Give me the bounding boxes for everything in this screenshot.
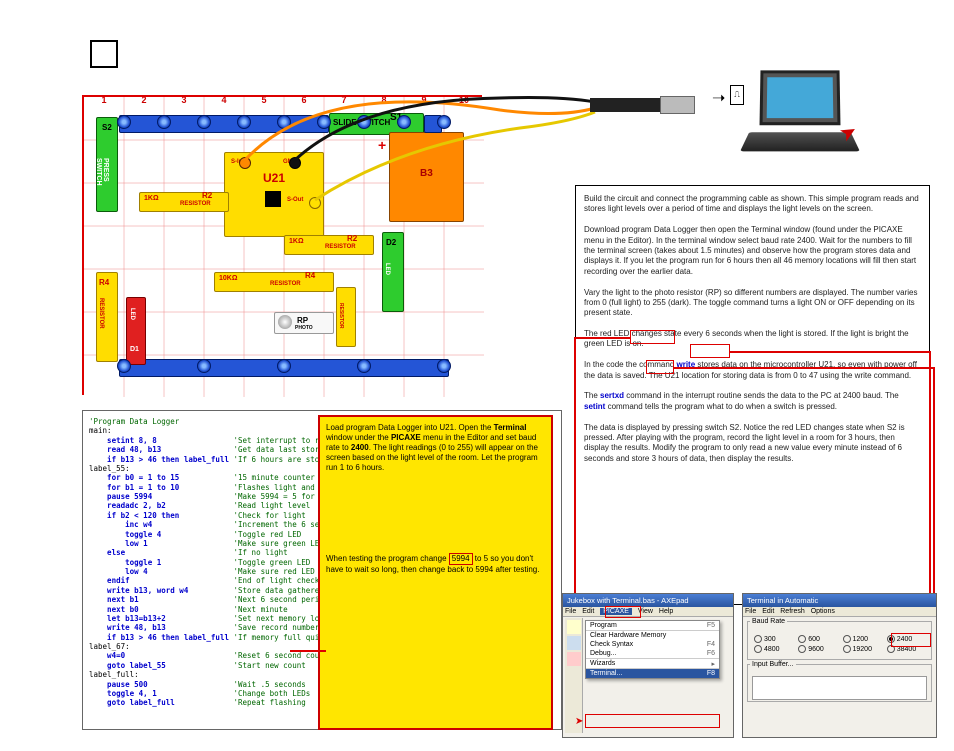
col-3: 3 — [164, 95, 204, 105]
window-title-bar: Terminal in Automatic — [743, 594, 936, 607]
instr-p7: The data is displayed by pressing switch… — [584, 423, 921, 465]
picaxe-dropdown: ProgramF5 Clear Hardware Memory Check Sy… — [585, 620, 720, 679]
circuit-diagram: 1 2 3 4 5 6 7 8 9 10 PRESS SWITCH S2 SLI… — [82, 95, 482, 395]
yellow-p1: Load program Data Logger into U21. Open … — [326, 423, 545, 473]
window-title: Terminal in Automatic — [747, 596, 818, 605]
menu-picaxe[interactable]: PICAXE — [600, 608, 632, 615]
instr-p6: The sertxd command in the interrupt rout… — [584, 391, 921, 412]
screenshot-axepad-menu: Jukebox with Terminal.bas - AXEpad File … — [562, 593, 734, 738]
menu-file[interactable]: File — [745, 608, 756, 615]
col-7: 7 — [324, 95, 364, 105]
col-2: 2 — [124, 95, 164, 105]
baud-rate-group: Baud Rate 300 600 1200 2400 4800 9600 19… — [747, 621, 932, 660]
menu-item-clear[interactable]: Clear Hardware Memory — [586, 631, 719, 640]
input-buffer-group: Input Buffer... — [747, 664, 932, 702]
baud-600[interactable]: 600 — [798, 635, 836, 643]
component-resistor-vertical: RESISTOR — [336, 287, 356, 347]
baud-1200[interactable]: 1200 — [843, 635, 881, 643]
col-4: 4 — [204, 95, 244, 105]
baud-38400[interactable]: 38400 — [887, 645, 925, 653]
window-title-bar: Jukebox with Terminal.bas - AXEpad — [563, 594, 733, 607]
menu-edit[interactable]: Edit — [762, 608, 774, 615]
baud-19200[interactable]: 19200 — [843, 645, 881, 653]
screenshot-terminal-baud: Terminal in Automatic File Edit Refresh … — [742, 593, 937, 738]
menu-help[interactable]: Help — [659, 608, 673, 615]
component-r4b: R4 RESISTOR — [96, 272, 118, 362]
chip-icon — [265, 191, 281, 207]
col-10: 10 — [444, 95, 484, 105]
component-d2-led: D2 LED — [382, 232, 404, 312]
component-d1-led: D1 LED — [126, 297, 146, 365]
page-number-box — [90, 40, 118, 68]
instr-p2: Download program Data Logger then open t… — [584, 225, 921, 277]
menu-item-program[interactable]: ProgramF5 — [586, 621, 719, 630]
wire-node-black — [289, 157, 301, 169]
menu-view[interactable]: View — [638, 608, 653, 615]
arrow-icon: ➤ — [575, 716, 583, 727]
col-8: 8 — [364, 95, 404, 105]
usb-connector — [590, 90, 700, 120]
col-1: 1 — [84, 95, 124, 105]
menu-refresh[interactable]: Refresh — [780, 608, 805, 615]
baud-300[interactable]: 300 — [754, 635, 792, 643]
menu-item-wizards[interactable]: Wizards▸ — [586, 659, 719, 668]
baud-9600[interactable]: 9600 — [798, 645, 836, 653]
component-rp-photo: RP PHOTO — [274, 312, 334, 334]
component-b3-battery: B3 + — [389, 132, 464, 222]
menu-item-debug[interactable]: Debug...F6 — [586, 649, 719, 658]
baud-4800[interactable]: 4800 — [754, 645, 792, 653]
component-r2a: 1KΩ R2 RESISTOR — [139, 192, 229, 212]
menu-item-syntax[interactable]: Check SyntaxF4 — [586, 640, 719, 649]
instr-p3: Vary the light to the photo resistor (RP… — [584, 288, 921, 319]
wire-top-blue — [119, 115, 329, 133]
yellow-p2: When testing the program change 5994 to … — [326, 553, 545, 575]
menu-file[interactable]: File — [565, 608, 576, 615]
instr-p4: The red LED changes state every 6 second… — [584, 329, 921, 350]
usb-port-icon: ⎍ — [730, 85, 744, 105]
col-6: 6 — [284, 95, 324, 105]
component-r4a: 10KΩ R4 RESISTOR — [214, 272, 334, 292]
baud-2400[interactable]: 2400 — [887, 635, 925, 643]
instr-p5: In the code the command write stores dat… — [584, 360, 921, 381]
instr-p1: Build the circuit and connect the progra… — [584, 194, 921, 215]
laptop-icon: ➤ — [745, 70, 855, 165]
menu-bar: File Edit Refresh Options — [743, 607, 936, 617]
menu-bar: File Edit PICAXE View Help — [563, 607, 733, 617]
col-5: 5 — [244, 95, 284, 105]
instructions-panel: Build the circuit and connect the progra… — [575, 185, 930, 605]
yellow-callout: Load program Data Logger into U21. Open … — [318, 415, 553, 730]
component-r2b: 1KΩ R2 RESISTOR — [284, 235, 374, 255]
arrow-icon: ➝ — [712, 88, 725, 108]
wire-node-orange — [239, 157, 251, 169]
col-9: 9 — [404, 95, 444, 105]
wire-node-yellow — [309, 197, 321, 209]
menu-item-terminal[interactable]: Terminal...F8 — [586, 669, 719, 678]
window-title: Jukebox with Terminal.bas - AXEpad — [567, 596, 689, 605]
menu-options[interactable]: Options — [811, 608, 835, 615]
menu-edit[interactable]: Edit — [582, 608, 594, 615]
input-buffer-textarea[interactable] — [752, 676, 927, 700]
component-s2-press-switch: PRESS SWITCH S2 — [96, 117, 118, 212]
